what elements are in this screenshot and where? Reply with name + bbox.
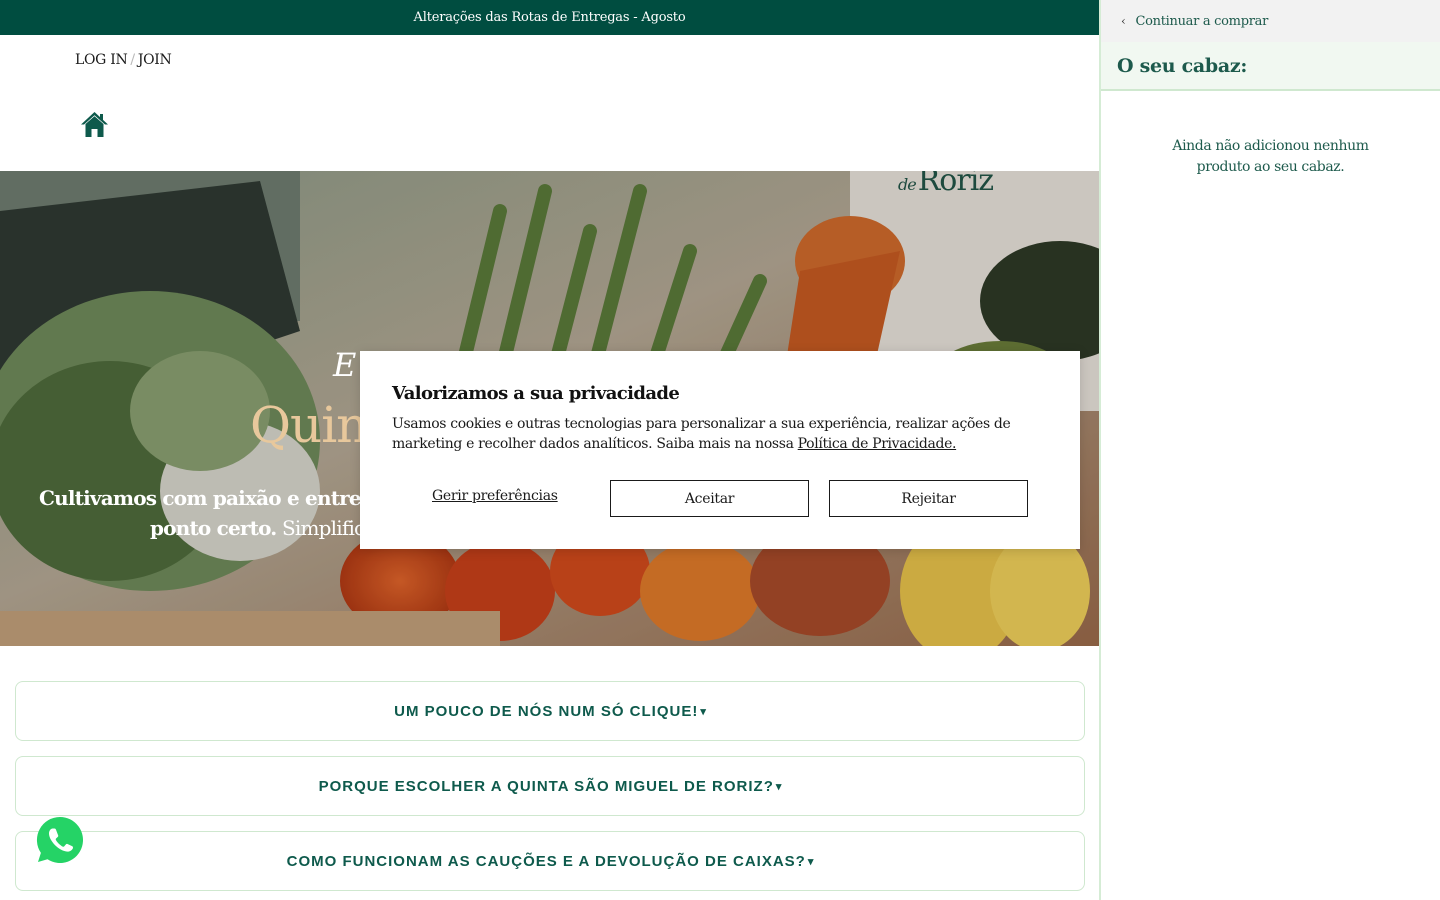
hero-logo-name: Roriz — [917, 171, 994, 198]
cart-empty-message: Ainda não adicionou nenhum produto ao se… — [1172, 138, 1369, 175]
accordion-why-choose[interactable]: PORQUE ESCOLHER A QUINTA SÃO MIGUEL DE R… — [15, 756, 1085, 816]
continue-shopping-button[interactable]: ‹ Continuar a comprar — [1101, 0, 1440, 42]
main-page: Alterações das Rotas de Entregas - Agost… — [0, 0, 1099, 900]
cart-drawer: ‹ Continuar a comprar O seu cabaz: Ainda… — [1099, 0, 1440, 900]
hero-kicker: E — [333, 346, 357, 384]
hero-tagline-bold: ponto certo. — [150, 516, 277, 540]
login-link-label[interactable]: LOG IN — [75, 52, 128, 68]
accordion-about-us[interactable]: UM POUCO DE NÓS NUM SÓ CLIQUE! ▾ — [15, 681, 1085, 741]
home-icon[interactable] — [80, 110, 109, 139]
announcement-bar[interactable]: Alterações das Rotas de Entregas - Agost… — [0, 0, 1099, 35]
accordion-label: UM POUCO DE NÓS NUM SÓ CLIQUE! — [394, 702, 699, 720]
chevron-down-icon: ▾ — [775, 780, 782, 793]
chevron-down-icon: ▾ — [700, 705, 706, 718]
reject-button[interactable]: Rejeitar — [829, 480, 1028, 517]
cookie-consent-dialog: Valorizamos a sua privacidade Usamos coo… — [360, 351, 1080, 549]
hero-tagline-line2: ponto certo. Simplifique — [150, 516, 390, 540]
manage-preferences-link[interactable]: Gerir preferências — [432, 488, 558, 504]
continue-shopping-label: Continuar a comprar — [1135, 13, 1269, 29]
cookie-dialog-text: Usamos cookies e outras tecnologias para… — [392, 414, 1032, 454]
accordion-label: COMO FUNCIONAM AS CAUÇÕES E A DEVOLUÇÃO … — [286, 852, 806, 870]
hero-logo-de: de — [898, 175, 917, 194]
accordion-label: PORQUE ESCOLHER A QUINTA SÃO MIGUEL DE R… — [318, 777, 774, 795]
login-join-link[interactable]: LOG IN / JOIN — [75, 52, 172, 68]
cookie-dialog-title: Valorizamos a sua privacidade — [392, 383, 680, 404]
hero-logo: deRoriz — [898, 171, 994, 198]
privacy-policy-link[interactable]: Política de Privacidade. — [798, 436, 957, 452]
hero-title: Quin — [250, 396, 368, 454]
site-header: LOG IN / JOIN — [0, 35, 1099, 171]
cookie-actions: Gerir preferências Aceitar Rejeitar — [392, 480, 1028, 517]
chevron-left-icon: ‹ — [1121, 14, 1126, 28]
join-link-label[interactable]: JOIN — [138, 52, 172, 68]
accordion-deposits-returns[interactable]: COMO FUNCIONAM AS CAUÇÕES E A DEVOLUÇÃO … — [15, 831, 1085, 891]
cart-title: O seu cabaz: — [1101, 42, 1440, 91]
chevron-down-icon: ▾ — [807, 855, 814, 868]
login-separator: / — [130, 52, 135, 68]
whatsapp-icon[interactable] — [35, 815, 85, 865]
accept-button[interactable]: Aceitar — [610, 480, 809, 517]
announcement-text[interactable]: Alterações das Rotas de Entregas - Agost… — [414, 10, 686, 25]
